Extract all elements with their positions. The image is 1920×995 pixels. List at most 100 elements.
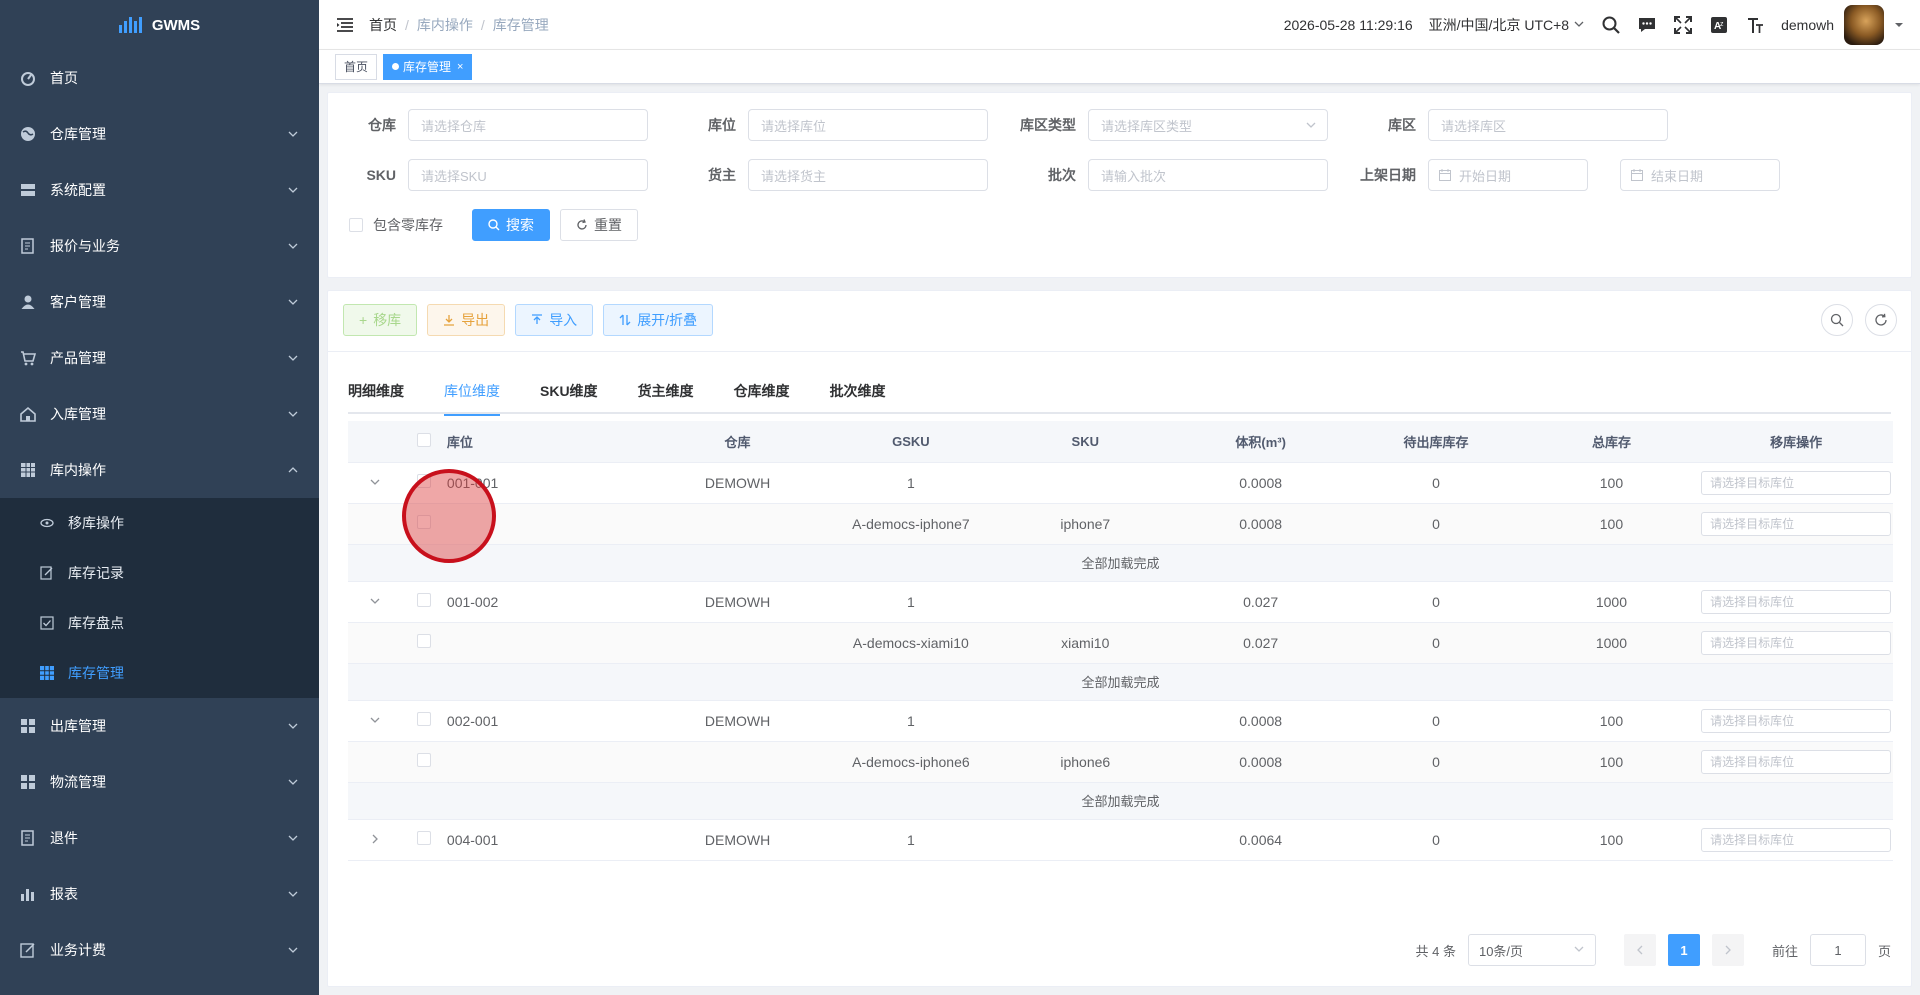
sidebar-subitem-label: 库存盘点 bbox=[68, 615, 124, 631]
table-child-row: A-democs-xiami10 xiami10 0.027 0 1000 请选… bbox=[348, 622, 1893, 664]
row-checkbox[interactable] bbox=[416, 515, 431, 529]
start-date-picker[interactable]: 开始日期 bbox=[1428, 159, 1588, 191]
row-checkbox[interactable] bbox=[416, 712, 431, 726]
sidebar-subitem-stock-records[interactable]: 库存记录 bbox=[0, 548, 319, 598]
field-zone: 库区 请选择库区 bbox=[1348, 109, 1668, 141]
row-checkbox[interactable] bbox=[416, 634, 431, 648]
target-location-select[interactable]: 请选择目标库位 bbox=[1701, 589, 1892, 614]
checkbox[interactable] bbox=[349, 218, 363, 232]
font-size-icon[interactable] bbox=[1745, 15, 1765, 35]
timezone-selector[interactable]: 亚洲/中国/北京 UTC+8 bbox=[1429, 15, 1585, 35]
pagination: 共 4 条 10条/页 1 前往 1 页 bbox=[1416, 934, 1891, 966]
calendar-icon bbox=[1439, 169, 1451, 181]
sidebar-item-label: 入库管理 bbox=[50, 406, 106, 422]
sidebar-subitem-stocktake[interactable]: 库存盘点 bbox=[0, 598, 319, 648]
import-button[interactable]: 导入 bbox=[515, 304, 594, 336]
label-sku: SKU bbox=[366, 167, 396, 183]
sidebar-item-system-config[interactable]: 系统配置 bbox=[0, 162, 319, 218]
end-date-picker[interactable]: 结束日期 bbox=[1620, 159, 1780, 191]
batch-input[interactable]: 请输入批次 bbox=[1088, 159, 1328, 191]
refresh-button[interactable] bbox=[1865, 304, 1897, 336]
sidebar-item-logistics[interactable]: 物流管理 bbox=[0, 754, 319, 810]
tag-stock-management[interactable]: 库存管理 × bbox=[383, 53, 473, 80]
tab-location[interactable]: 库位维度 bbox=[444, 374, 500, 416]
close-icon[interactable]: × bbox=[457, 55, 463, 79]
grid-icon bbox=[20, 774, 36, 790]
sidebar-subitem-label: 移库操作 bbox=[68, 515, 124, 531]
reset-button[interactable]: 重置 bbox=[560, 209, 638, 241]
sidebar-item-label: 报表 bbox=[50, 886, 78, 902]
sidebar-item-inventory-ops[interactable]: 库内操作 bbox=[0, 442, 319, 498]
tab-warehouse[interactable]: 仓库维度 bbox=[734, 374, 790, 414]
page-size-select[interactable]: 10条/页 bbox=[1467, 934, 1596, 966]
tab-owner[interactable]: 货主维度 bbox=[638, 374, 694, 414]
tag-home[interactable]: 首页 bbox=[335, 53, 378, 80]
target-location-select[interactable]: 请选择目标库位 bbox=[1701, 708, 1892, 733]
target-location-select[interactable]: 请选择目标库位 bbox=[1701, 827, 1892, 852]
sidebar-item-quote[interactable]: 报价与业务 bbox=[0, 218, 319, 274]
target-location-select[interactable]: 请选择目标库位 bbox=[1701, 749, 1892, 774]
app-logo[interactable]: GWMS bbox=[0, 0, 319, 50]
cell-gsku: 1 bbox=[824, 700, 998, 742]
page-jump-input[interactable]: 1 bbox=[1809, 934, 1866, 966]
chevron-down-icon[interactable] bbox=[369, 714, 381, 726]
export-button[interactable]: 导出 bbox=[427, 304, 506, 336]
prev-page-button[interactable] bbox=[1623, 934, 1656, 966]
chevron-down-icon[interactable] bbox=[369, 476, 381, 488]
label-zone: 库区 bbox=[1388, 117, 1416, 133]
sku-select[interactable]: 请选择SKU bbox=[408, 159, 648, 191]
row-checkbox[interactable] bbox=[416, 593, 431, 607]
hamburger-icon[interactable] bbox=[335, 15, 355, 35]
sidebar-subitem-move-stock[interactable]: 移库操作 bbox=[0, 498, 319, 548]
chevron-down-icon[interactable] bbox=[369, 595, 381, 607]
sidebar-item-product[interactable]: 产品管理 bbox=[0, 330, 319, 386]
sidebar-item-reports[interactable]: 报表 bbox=[0, 866, 319, 922]
end-date-placeholder: 结束日期 bbox=[1651, 168, 1704, 184]
target-location-select[interactable]: 请选择目标库位 bbox=[1701, 470, 1892, 495]
row-checkbox[interactable] bbox=[416, 753, 431, 767]
sidebar-item-warehouse[interactable]: 仓库管理 bbox=[0, 106, 319, 162]
owner-select[interactable]: 请选择货主 bbox=[748, 159, 988, 191]
page-number[interactable]: 1 bbox=[1667, 934, 1700, 966]
breadcrumb-home[interactable]: 首页 bbox=[369, 15, 397, 35]
zone-type-select[interactable]: 请选择库区类型 bbox=[1088, 109, 1328, 141]
target-location-select[interactable]: 请选择目标库位 bbox=[1701, 630, 1892, 655]
search-icon bbox=[488, 219, 500, 231]
cell-location: 001-002 bbox=[446, 581, 651, 623]
sidebar-item-billing[interactable]: 业务计费 bbox=[0, 922, 319, 978]
search-icon[interactable] bbox=[1601, 15, 1621, 35]
cell-gsku: A-democs-iphone6 bbox=[824, 741, 998, 783]
sidebar-subitem-stock-management[interactable]: 库存管理 bbox=[0, 648, 319, 698]
include-zero-checkbox[interactable]: 包含零库存 bbox=[349, 215, 443, 235]
sidebar-item-returns[interactable]: 退件 bbox=[0, 810, 319, 866]
tab-detail[interactable]: 明细维度 bbox=[348, 374, 404, 414]
zone-select[interactable]: 请选择库区 bbox=[1428, 109, 1668, 141]
message-icon[interactable] bbox=[1637, 15, 1657, 35]
move-stock-button[interactable]: + 移库 bbox=[343, 304, 418, 336]
chevron-right-icon[interactable] bbox=[369, 833, 381, 845]
sidebar-item-customer[interactable]: 客户管理 bbox=[0, 274, 319, 330]
search-button[interactable]: 搜索 bbox=[472, 209, 550, 241]
row-checkbox[interactable] bbox=[416, 474, 431, 488]
tab-batch[interactable]: 批次维度 bbox=[830, 374, 886, 414]
row-checkbox[interactable] bbox=[416, 831, 431, 845]
toggle-search-button[interactable] bbox=[1821, 304, 1853, 336]
sidebar-item-inbound[interactable]: 入库管理 bbox=[0, 386, 319, 442]
cell-sku bbox=[997, 462, 1173, 504]
select-all-header bbox=[401, 421, 447, 463]
expand-collapse-button[interactable]: 展开/折叠 bbox=[603, 304, 714, 336]
tab-sku[interactable]: SKU维度 bbox=[540, 374, 598, 414]
sidebar-item-home[interactable]: 首页 bbox=[0, 50, 319, 106]
cell-pending: 0 bbox=[1348, 622, 1524, 664]
location-select[interactable]: 请选择库位 bbox=[748, 109, 988, 141]
field-zone-type: 库区类型 请选择库区类型 bbox=[1008, 109, 1328, 141]
cart-icon bbox=[20, 350, 36, 366]
select-all-checkbox[interactable] bbox=[416, 432, 431, 447]
translate-icon[interactable]: Az bbox=[1709, 15, 1729, 35]
sidebar-item-outbound[interactable]: 出库管理 bbox=[0, 698, 319, 754]
user-menu[interactable]: demowh bbox=[1781, 4, 1904, 45]
fullscreen-icon[interactable] bbox=[1673, 15, 1693, 35]
next-page-button[interactable] bbox=[1711, 934, 1744, 966]
warehouse-select[interactable]: 请选择仓库 bbox=[408, 109, 648, 141]
target-location-select[interactable]: 请选择目标库位 bbox=[1701, 511, 1892, 536]
